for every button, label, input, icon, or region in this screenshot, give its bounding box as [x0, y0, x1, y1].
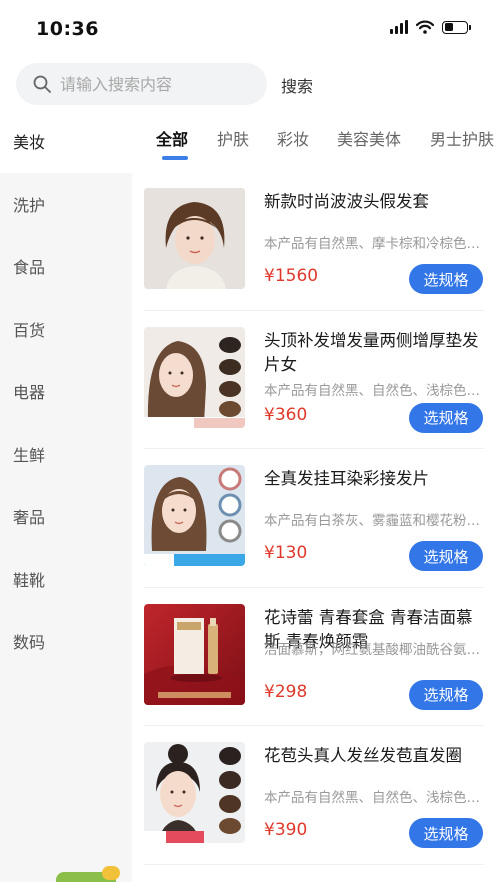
- product-price: ¥1560: [264, 266, 319, 286]
- product-card[interactable]: 全真发挂耳染彩接发片 本产品有白茶灰、雾霾蓝和樱花粉可选 ¥130 选规格: [144, 449, 484, 588]
- tab-mens-skincare[interactable]: 男士护肤: [430, 126, 494, 150]
- product-image: [144, 188, 245, 289]
- category-sidebar: 美妆 洗护 食品 百货 电器 生鲜 奢品 鞋靴 数码: [0, 110, 132, 882]
- product-title: 花苞头真人发丝发苞直发圈: [264, 746, 462, 765]
- sidebar-item-food[interactable]: 食品: [0, 235, 132, 298]
- floating-cart-badge[interactable]: [56, 866, 120, 882]
- product-description: 洁面慕斯，网红氨基酸椰油酰谷氨酸钠: [264, 641, 482, 658]
- sidebar-item-makeup[interactable]: 美妆: [0, 110, 132, 173]
- sidebar-item-shoes[interactable]: 鞋靴: [0, 548, 132, 611]
- product-description: 本产品有自然黑、摩卡棕和冷棕色可选: [264, 236, 482, 252]
- product-title: 全真发挂耳染彩接发片: [264, 469, 429, 488]
- wifi-icon: [416, 20, 434, 34]
- product-list: 新款时尚波波头假发套 本产品有自然黑、摩卡棕和冷棕色可选 ¥1560 选规格 头…: [132, 172, 496, 865]
- select-spec-button[interactable]: 选规格: [409, 679, 483, 710]
- product-price: ¥390: [264, 820, 308, 840]
- sidebar-item-digital[interactable]: 数码: [0, 610, 132, 673]
- tab-beauty-body[interactable]: 美容美体: [337, 126, 401, 150]
- sidebar-item-fresh[interactable]: 生鲜: [0, 423, 132, 486]
- product-description: 本产品有自然黑、自然色、浅棕色可选: [264, 382, 482, 399]
- status-icons: [390, 20, 471, 34]
- product-card[interactable]: 花苞头真人发丝发苞直发圈 本产品有自然黑、自然色、浅棕色可选 ¥390 选规格: [144, 726, 484, 865]
- product-title: 新款时尚波波头假发套: [264, 192, 429, 211]
- product-card[interactable]: 头顶补发增发量两侧增厚垫发片女 本产品有自然黑、自然色、浅棕色可选 ¥360 选…: [144, 311, 484, 449]
- select-spec-button[interactable]: 选规格: [409, 264, 483, 294]
- product-image: [144, 742, 245, 843]
- status-bar: 10:36: [0, 0, 496, 56]
- search-bar[interactable]: [16, 63, 267, 105]
- product-description: 本产品有白茶灰、雾霾蓝和樱花粉可选: [264, 513, 482, 529]
- subcategory-tabs: 全部 护肤 彩妆 美容美体 男士护肤: [132, 120, 496, 164]
- tab-active-indicator: [162, 156, 188, 160]
- battery-icon: [442, 20, 471, 34]
- status-time: 10:36: [36, 18, 99, 40]
- sidebar-item-wash-care[interactable]: 洗护: [0, 173, 132, 236]
- product-title: 头顶补发增发量两侧增厚垫发片女: [264, 330, 479, 374]
- product-price: ¥360: [264, 404, 308, 425]
- tab-skincare[interactable]: 护肤: [217, 126, 249, 150]
- cellular-signal-icon: [390, 20, 408, 34]
- product-card[interactable]: 花诗蕾 青春套盒 青春洁面慕斯 青春焕颜霜 洁面慕斯，网红氨基酸椰油酰谷氨酸钠 …: [144, 588, 484, 726]
- product-description: 本产品有自然黑、自然色、浅棕色可选: [264, 790, 482, 806]
- select-spec-button[interactable]: 选规格: [409, 818, 483, 848]
- search-icon: [33, 75, 51, 93]
- sidebar-item-general-goods[interactable]: 百货: [0, 298, 132, 361]
- search-input[interactable]: [60, 74, 250, 94]
- product-price: ¥298: [264, 681, 308, 702]
- select-spec-button[interactable]: 选规格: [409, 541, 483, 571]
- product-card[interactable]: 新款时尚波波头假发套 本产品有自然黑、摩卡棕和冷棕色可选 ¥1560 选规格: [144, 172, 484, 311]
- sidebar-item-luxury[interactable]: 奢品: [0, 485, 132, 548]
- product-image: [144, 326, 245, 428]
- product-image: [144, 603, 245, 705]
- product-price: ¥130: [264, 543, 308, 563]
- search-button[interactable]: 搜索: [281, 73, 313, 97]
- select-spec-button[interactable]: 选规格: [409, 402, 483, 433]
- product-image: [144, 465, 245, 566]
- tab-all[interactable]: 全部: [156, 126, 188, 150]
- sidebar-item-appliances[interactable]: 电器: [0, 360, 132, 423]
- tab-cosmetics[interactable]: 彩妆: [277, 126, 309, 150]
